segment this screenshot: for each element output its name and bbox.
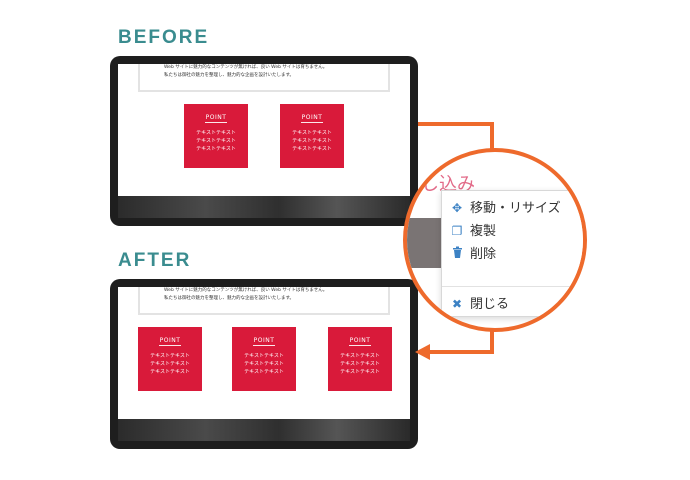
zoom-magnifier: し込み ✥ 移動・リサイズ ❐ 複製 削除 ✖ 閉じる <box>403 148 587 332</box>
move-arrows-icon: ✥ <box>451 201 463 215</box>
menu-item-label: 削除 <box>470 247 497 262</box>
menu-item-label: 移動・リサイズ <box>470 201 561 216</box>
close-x-icon: ✖ <box>451 297 463 311</box>
menu-item-label: 閉じる <box>470 297 510 312</box>
menu-item-delete[interactable]: 削除 <box>450 243 496 262</box>
menu-item-label: 複製 <box>470 224 497 239</box>
duplicate-icon: ❐ <box>451 224 463 238</box>
menu-item-move-resize[interactable]: ✥ 移動・リサイズ <box>450 197 561 216</box>
context-menu: ✥ 移動・リサイズ ❐ 複製 削除 ✖ 閉じる <box>441 190 583 317</box>
trash-icon <box>450 246 464 261</box>
menu-item-duplicate[interactable]: ❐ 複製 <box>450 220 496 239</box>
menu-divider <box>442 286 583 287</box>
menu-item-close[interactable]: ✖ 閉じる <box>450 293 509 312</box>
